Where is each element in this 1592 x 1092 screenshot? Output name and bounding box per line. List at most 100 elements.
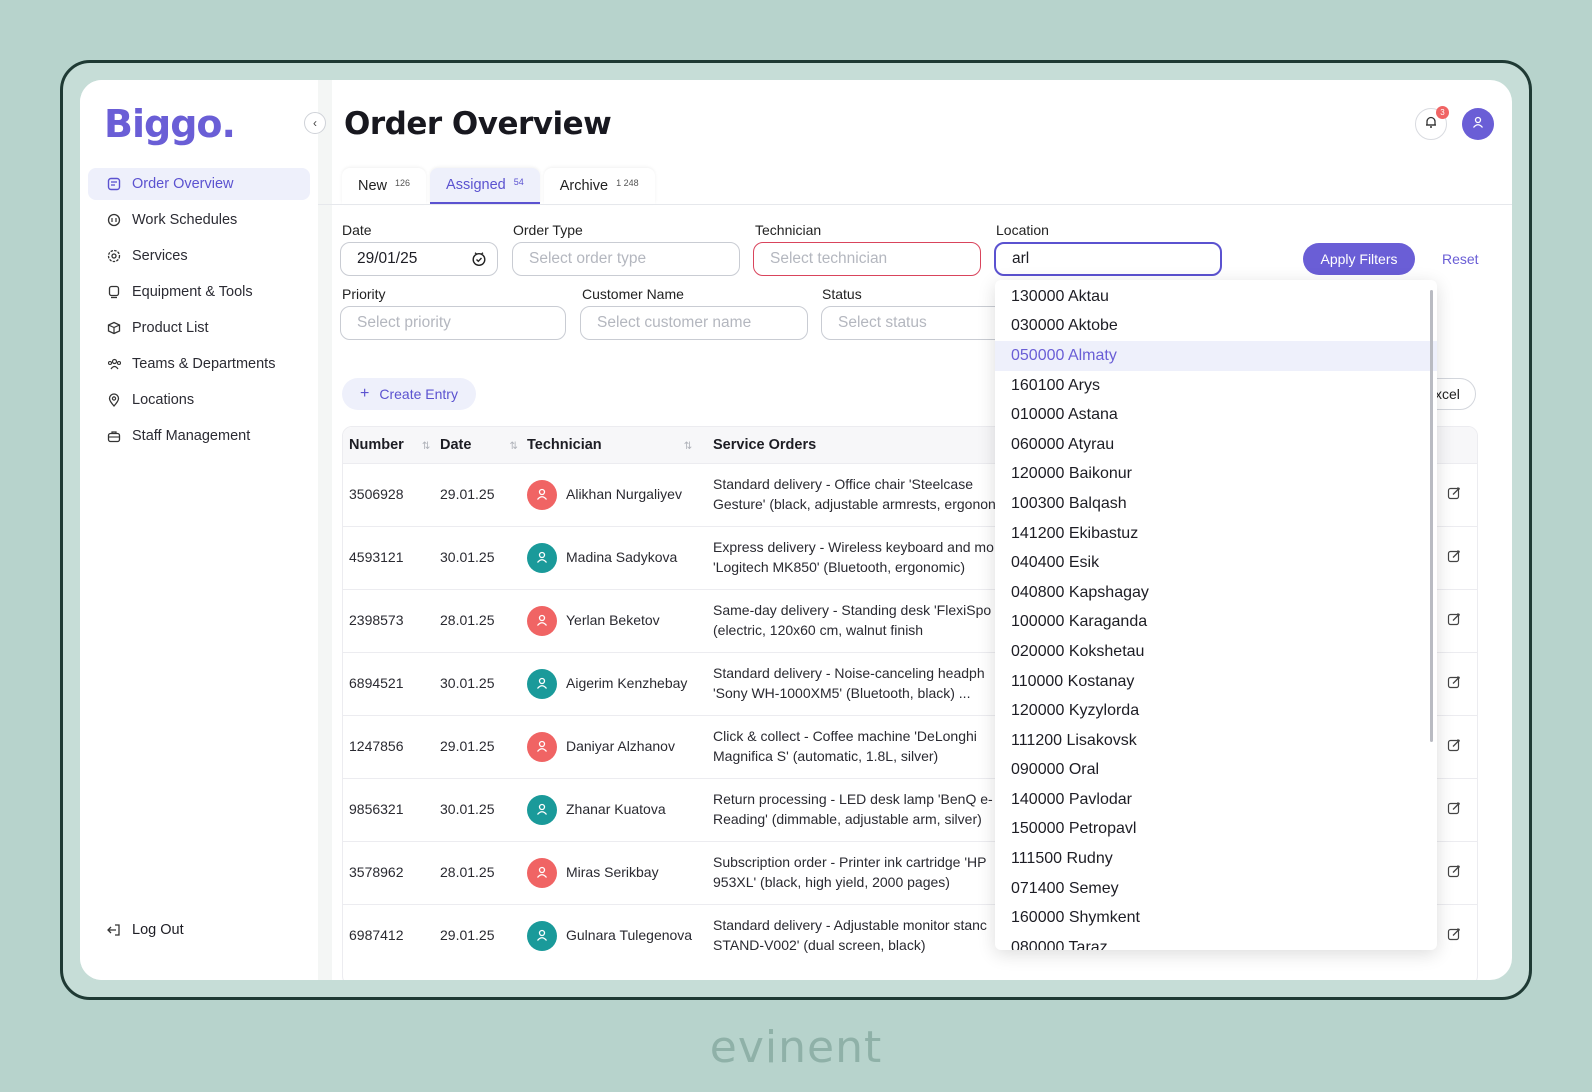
cell-date: 30.01.25 [440, 801, 495, 817]
logout-button[interactable]: Log Out [106, 922, 184, 938]
sidebar-divider [318, 80, 332, 980]
location-option[interactable]: 020000 Kokshetau [995, 637, 1437, 667]
edit-icon[interactable] [1447, 801, 1461, 818]
sidebar-item-product-list[interactable]: Product List [88, 312, 310, 344]
bell-icon [1424, 115, 1438, 134]
location-search-input[interactable]: arl [994, 242, 1222, 276]
sidebar-item-teams[interactable]: Teams & Departments [88, 348, 310, 380]
col-label: Number [349, 437, 404, 453]
location-option[interactable]: 111200 Lisakovsk [995, 726, 1437, 756]
reset-filters-link[interactable]: Reset [1442, 251, 1479, 267]
collapse-sidebar-button[interactable]: ‹ [304, 112, 326, 134]
device-icon [106, 284, 122, 300]
cell-technician: Aigerim Kenzhebay [566, 675, 688, 691]
notifications-button[interactable]: 3 [1415, 106, 1449, 140]
location-option[interactable]: 160000 Shymkent [995, 903, 1437, 933]
location-options-list: 130000 Aktau 030000 Aktobe 050000 Almaty 16… [995, 280, 1437, 950]
sidebar-item-order-overview[interactable]: Order Overview [88, 168, 310, 200]
service-order-line1: Standard delivery - Noise-canceling head… [713, 665, 985, 681]
cell-service-order: Standard delivery - Office chair 'Steelc… [713, 474, 1003, 514]
edit-icon[interactable] [1447, 864, 1461, 881]
location-option[interactable]: 040800 Kapshagay [995, 578, 1437, 608]
location-option[interactable]: 100000 Karaganda [995, 608, 1437, 638]
edit-icon[interactable] [1447, 738, 1461, 755]
page-title: Order Overview [344, 106, 612, 142]
location-option[interactable]: 060000 Atyrau [995, 430, 1437, 460]
team-icon [106, 356, 122, 372]
service-order-line1: Express delivery - Wireless keyboard and… [713, 539, 994, 555]
sidebar-item-equipment[interactable]: Equipment & Tools [88, 276, 310, 308]
cell-number: 1247856 [349, 738, 404, 754]
cell-date: 30.01.25 [440, 549, 495, 565]
service-order-line1: Standard delivery - Office chair 'Steelc… [713, 476, 973, 492]
dropdown-scrollbar[interactable] [1430, 290, 1433, 742]
location-option[interactable]: 030000 Aktobe [995, 312, 1437, 342]
order-tabs: New 126 Assigned 54 Archive 1 248 [342, 168, 655, 204]
sidebar-item-services[interactable]: Services [88, 240, 310, 272]
cell-technician: Zhanar Kuatova [566, 801, 666, 817]
sidebar-item-label: Locations [132, 392, 195, 408]
sidebar-item-staff[interactable]: Staff Management [88, 420, 310, 452]
user-icon [535, 676, 549, 693]
location-option[interactable]: 150000 Petropavl [995, 815, 1437, 845]
apply-filters-button[interactable]: Apply Filters [1303, 243, 1415, 275]
sort-icon[interactable]: ⇅ [509, 441, 517, 452]
footer-brand: evinent [709, 1022, 883, 1073]
location-option[interactable]: 141200 Ekibastuz [995, 519, 1437, 549]
create-entry-button[interactable]: + Create Entry [342, 378, 476, 410]
date-field[interactable]: 29/01/25 [340, 242, 498, 276]
location-option[interactable]: 130000 Aktau [995, 282, 1437, 312]
order-type-select[interactable]: Select order type [512, 242, 740, 276]
location-option[interactable]: 071400 Semey [995, 874, 1437, 904]
location-option[interactable]: 120000 Kyzylorda [995, 696, 1437, 726]
technician-avatar [527, 606, 557, 636]
location-option[interactable]: 080000 Taraz [995, 933, 1437, 950]
location-option[interactable]: 010000 Astana [995, 400, 1437, 430]
cell-number: 3506928 [349, 486, 404, 502]
status-select[interactable]: Select status [821, 306, 1021, 340]
location-option[interactable]: 160100 Arys [995, 371, 1437, 401]
location-option[interactable]: 140000 Pavlodar [995, 785, 1437, 815]
edit-icon[interactable] [1447, 927, 1461, 944]
location-option[interactable]: 111500 Rudny [995, 844, 1437, 874]
user-avatar-button[interactable] [1462, 108, 1494, 140]
location-option[interactable]: 100300 Balqash [995, 489, 1437, 519]
calendar-check-icon[interactable] [471, 251, 487, 272]
location-label: Location [996, 222, 1049, 238]
sidebar-item-work-schedules[interactable]: Work Schedules [88, 204, 310, 236]
technician-select[interactable]: Select technician [753, 242, 981, 276]
cell-number: 2398573 [349, 612, 404, 628]
cell-technician: Gulnara Tulegenova [566, 927, 693, 943]
tab-new[interactable]: New 126 [342, 168, 427, 204]
edit-icon[interactable] [1447, 549, 1461, 566]
col-number[interactable]: Number ⇅ [349, 437, 430, 453]
sidebar-item-locations[interactable]: Locations [88, 384, 310, 416]
tab-assigned[interactable]: Assigned 54 [430, 168, 540, 204]
tab-count: 1 248 [616, 178, 639, 188]
location-option[interactable]: 090000 Oral [995, 756, 1437, 786]
logout-label: Log Out [132, 922, 184, 938]
col-date[interactable]: Date ⇅ [440, 437, 518, 453]
sidebar-item-label: Order Overview [132, 176, 234, 192]
service-order-line1: Return processing - LED desk lamp 'BenQ … [713, 791, 993, 807]
col-technician[interactable]: Technician ⇅ [527, 437, 692, 453]
technician-avatar [527, 480, 557, 510]
edit-icon[interactable] [1447, 612, 1461, 629]
sort-icon[interactable]: ⇅ [684, 441, 692, 452]
edit-icon[interactable] [1447, 486, 1461, 503]
user-icon [535, 802, 549, 819]
briefcase-icon [106, 428, 122, 444]
location-option[interactable]: 040400 Esik [995, 548, 1437, 578]
customer-name-select[interactable]: Select customer name [580, 306, 808, 340]
status-label: Status [822, 286, 862, 302]
location-option[interactable]: 110000 Kostanay [995, 667, 1437, 697]
priority-select[interactable]: Select priority [340, 306, 566, 340]
cell-date: 29.01.25 [440, 738, 495, 754]
location-option[interactable]: 050000 Almaty [995, 341, 1437, 371]
edit-icon[interactable] [1447, 675, 1461, 692]
sort-icon[interactable]: ⇅ [422, 441, 430, 452]
tab-archive[interactable]: Archive 1 248 [543, 168, 655, 204]
location-option[interactable]: 120000 Baikonur [995, 460, 1437, 490]
cell-technician: Alikhan Nurgaliyev [566, 486, 682, 502]
date-label: Date [342, 222, 372, 238]
